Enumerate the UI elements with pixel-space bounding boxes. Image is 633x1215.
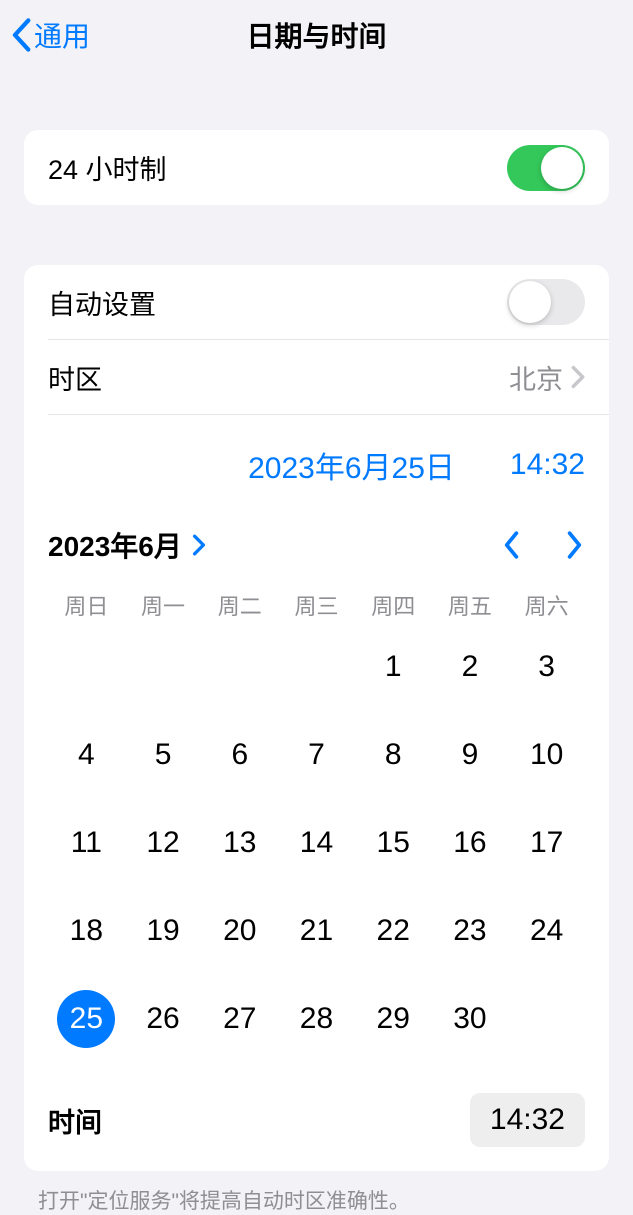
weekday-label: 周四 <box>355 589 432 621</box>
calendar-day[interactable]: 30 <box>432 989 509 1049</box>
calendar-day[interactable]: 16 <box>432 813 509 873</box>
calendar-day[interactable]: 18 <box>48 901 125 961</box>
back-button[interactable]: 通用 <box>0 15 90 55</box>
calendar-day[interactable]: 13 <box>201 813 278 873</box>
calendar-empty-cell <box>201 637 278 697</box>
calendar-day[interactable]: 26 <box>125 989 202 1049</box>
time-picker-value: 14:32 <box>490 1103 565 1136</box>
calendar-day[interactable]: 19 <box>125 901 202 961</box>
calendar-day[interactable]: 11 <box>48 813 125 873</box>
back-label: 通用 <box>34 15 90 55</box>
weekday-label: 周日 <box>48 589 125 621</box>
weekday-label: 周六 <box>508 589 585 621</box>
calendar-day[interactable]: 17 <box>508 813 585 873</box>
calendar-day[interactable]: 1 <box>355 637 432 697</box>
row-timezone-label: 时区 <box>48 358 102 397</box>
calendar-day[interactable]: 3 <box>508 637 585 697</box>
calendar-month-button[interactable]: 2023年6月 <box>48 525 206 565</box>
switch-knob <box>541 147 583 189</box>
calendar-day[interactable]: 9 <box>432 725 509 785</box>
calendar-day[interactable]: 8 <box>355 725 432 785</box>
calendar-empty-cell <box>125 637 202 697</box>
time-picker-button[interactable]: 14:32 <box>470 1093 585 1147</box>
footer-note: 打开"定位服务"将提高自动时区准确性。 <box>0 1171 633 1215</box>
row-auto-set: 自动设置 <box>48 265 609 340</box>
weekday-label: 周二 <box>201 589 278 621</box>
calendar-empty-cell <box>48 637 125 697</box>
calendar-day[interactable]: 27 <box>201 989 278 1049</box>
calendar-day[interactable]: 23 <box>432 901 509 961</box>
calendar-day[interactable]: 12 <box>125 813 202 873</box>
time-row-label: 时间 <box>48 1101 102 1140</box>
selected-time-display[interactable]: 14:32 <box>510 448 585 482</box>
switch-24-hour[interactable] <box>507 145 585 191</box>
weekday-label: 周三 <box>278 589 355 621</box>
weekday-label: 周一 <box>125 589 202 621</box>
calendar-empty-cell <box>278 637 355 697</box>
calendar-day[interactable]: 5 <box>125 725 202 785</box>
calendar-day[interactable]: 24 <box>508 901 585 961</box>
calendar-day[interactable]: 22 <box>355 901 432 961</box>
chevron-right-icon <box>571 365 585 389</box>
row-auto-set-label: 自动设置 <box>48 283 156 322</box>
calendar-day[interactable]: 21 <box>278 901 355 961</box>
page-title: 日期与时间 <box>246 15 386 55</box>
calendar-prev-button[interactable] <box>501 530 521 560</box>
row-timezone-value: 北京 <box>509 358 563 397</box>
calendar-day[interactable]: 10 <box>508 725 585 785</box>
chevron-left-icon <box>10 18 32 52</box>
calendar-next-button[interactable] <box>565 530 585 560</box>
weekday-label: 周五 <box>432 589 509 621</box>
calendar-day[interactable]: 28 <box>278 989 355 1049</box>
calendar-day[interactable]: 29 <box>355 989 432 1049</box>
chevron-right-icon <box>192 534 206 556</box>
calendar-day[interactable]: 7 <box>278 725 355 785</box>
calendar-day[interactable]: 14 <box>278 813 355 873</box>
row-24-hour-label: 24 小时制 <box>48 148 167 187</box>
calendar-day[interactable]: 4 <box>48 725 125 785</box>
switch-knob <box>509 281 551 323</box>
calendar-day[interactable]: 6 <box>201 725 278 785</box>
row-24-hour: 24 小时制 <box>24 130 609 205</box>
switch-auto-set[interactable] <box>507 279 585 325</box>
calendar-day[interactable]: 2 <box>432 637 509 697</box>
row-timezone[interactable]: 时区 北京 <box>48 340 609 415</box>
selected-date-display[interactable]: 2023年6月25日 <box>248 443 455 487</box>
calendar-day[interactable]: 25 <box>48 989 125 1049</box>
calendar-day[interactable]: 15 <box>355 813 432 873</box>
calendar-month-label: 2023年6月 <box>48 525 182 565</box>
calendar-day[interactable]: 20 <box>201 901 278 961</box>
